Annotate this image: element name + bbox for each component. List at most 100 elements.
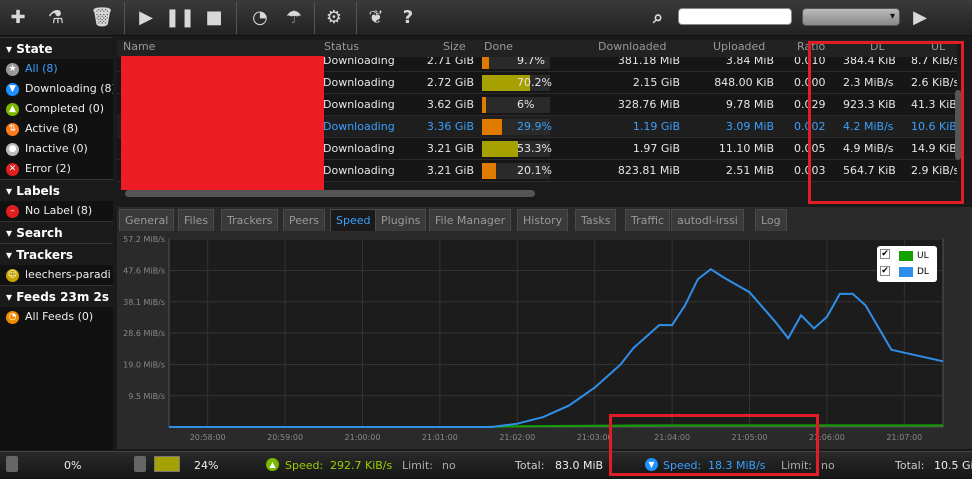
uploaded-cell: 11.10 MiB — [718, 142, 774, 155]
uploaded-cell: 3.84 MiB — [725, 57, 774, 67]
size-cell: 3.36 GiB — [426, 120, 474, 133]
sidebar-item-active[interactable]: ⇅ Active (8) — [0, 119, 113, 139]
col-name[interactable]: Name — [123, 40, 155, 53]
tab-autodl-irssi[interactable]: autodl-irssi — [671, 209, 744, 231]
size-cell: 2.72 GiB — [426, 76, 474, 89]
col-downloaded[interactable]: Downloaded — [598, 40, 666, 53]
legend-ul: UL — [899, 249, 929, 263]
done-cell: 70.2% — [517, 76, 552, 89]
sidebar-item-all[interactable]: ★ All (8) — [0, 59, 113, 79]
y-tick-label: 38.1 MiB/s — [123, 298, 165, 307]
trackers-header[interactable]: ▾ Trackers — [0, 243, 113, 265]
search-header[interactable]: ▾ Search — [0, 221, 113, 243]
sidebar-item-downloading[interactable]: ▼Downloading (8) — [0, 79, 113, 99]
tab-traffic[interactable]: Traffic — [625, 209, 671, 231]
tab-trackers[interactable]: Trackers — [221, 209, 279, 231]
col-ul[interactable]: UL — [931, 40, 945, 53]
search-input[interactable] — [678, 8, 792, 25]
disk-icon — [6, 456, 18, 472]
sidebar-item-no-label[interactable]: – No Label (8) — [0, 201, 113, 221]
sidebar-item-all-feeds[interactable]: ◔ All Feeds (0) — [0, 307, 113, 327]
ram-usage: 24% — [194, 459, 219, 472]
no-label-icon: – — [6, 204, 19, 218]
uploaded-cell: 3.09 MiB — [725, 120, 774, 133]
tab-speed[interactable]: Speed — [330, 209, 377, 231]
col-size[interactable]: Size — [443, 40, 466, 53]
tab-history[interactable]: History — [517, 209, 569, 231]
tab-general[interactable]: General — [119, 209, 175, 231]
disk-usage: 0% — [64, 459, 82, 472]
tab-log[interactable]: Log — [755, 209, 787, 231]
x-tick-label: 21:03:00 — [577, 433, 613, 442]
size-cell: 3.62 GiB — [426, 98, 474, 111]
col-uploaded[interactable]: Uploaded — [713, 40, 765, 53]
plugin-icon[interactable]: ❦ — [362, 4, 390, 30]
ratio-cell: 0.002 — [794, 120, 826, 133]
start-icon[interactable]: ▶ — [132, 4, 160, 30]
x-tick-label: 21:07:00 — [886, 433, 922, 442]
ul-series-checkbox[interactable]: ✔ — [880, 249, 890, 259]
feed-icon: ◔ — [6, 310, 19, 324]
sidebar-item-error[interactable]: ✕ Error (2) — [0, 159, 113, 179]
create-torrent-icon[interactable]: ⚗ — [42, 4, 70, 30]
status-bar: 0% 24% ▲ Speed: 292.7 KiB/s Limit: no To… — [0, 451, 972, 479]
ul-speed-cell: 2.9 KiB/s — [911, 164, 957, 177]
col-status[interactable]: Status — [324, 40, 359, 53]
rss-icon[interactable]: ◔ — [246, 4, 274, 30]
pause-icon[interactable]: ❚❚ — [165, 4, 195, 30]
x-tick-label: 21:00:00 — [345, 433, 381, 442]
ul-total: 83.0 MiB — [555, 459, 604, 472]
speed-limit-icon[interactable]: ☂ — [280, 4, 308, 30]
tab-peers[interactable]: Peers — [283, 209, 326, 231]
col-done[interactable]: Done — [484, 40, 513, 53]
ratio-cell: 0.010 — [794, 57, 826, 67]
dl-speed-cell: 4.2 MiB/s — [843, 120, 894, 133]
downloaded-cell: 1.97 GiB — [632, 142, 680, 155]
sidebar-item-inactive[interactable]: ● Inactive (0) — [0, 139, 113, 159]
detail-tabs: General Files Trackers Peers Speed Plugins Fil… — [117, 207, 972, 231]
uploaded-cell: 848.00 KiB — [714, 76, 774, 89]
ul-speed-cell: 41.3 KiB/s — [911, 98, 957, 111]
inactive-icon: ● — [6, 142, 19, 156]
col-dl[interactable]: DL — [870, 40, 885, 53]
ul-speed-cell: 8.7 KiB/s — [911, 57, 957, 67]
settings-icon[interactable]: ⚙ — [320, 4, 348, 30]
status-cell: Downloading — [323, 98, 395, 111]
search-engine-select[interactable]: ▾ — [802, 8, 900, 26]
delete-icon[interactable]: 🗑 — [88, 4, 116, 30]
search-icon[interactable]: ⌕ — [644, 4, 672, 30]
dl-series-checkbox[interactable]: ✔ — [880, 266, 890, 276]
ul-limit[interactable]: no — [442, 459, 456, 472]
sidebar-item-completed[interactable]: ▲ Completed (0) — [0, 99, 113, 119]
feeds-header[interactable]: ▾ Feeds 23m 2s — [0, 285, 113, 307]
tab-tasks[interactable]: Tasks — [575, 209, 617, 231]
search-go-icon[interactable]: ▶ — [906, 4, 934, 30]
state-header[interactable]: ▾ State — [0, 37, 113, 59]
completed-icon: ▲ — [6, 102, 19, 116]
y-tick-label: 9.5 MiB/s — [128, 392, 165, 401]
y-tick-label: 19.0 MiB/s — [123, 361, 165, 370]
add-torrent-icon[interactable]: ✚ — [4, 4, 32, 30]
downloaded-cell: 1.19 GiB — [632, 120, 680, 133]
tab-file-manager[interactable]: File Manager — [429, 209, 512, 231]
ul-total-label: Total: — [515, 459, 545, 472]
upload-icon: ▲ — [266, 458, 279, 471]
vertical-scrollbar[interactable] — [955, 90, 961, 160]
col-ratio[interactable]: Ratio — [797, 40, 825, 53]
labels-header[interactable]: ▾ Labels — [0, 179, 113, 201]
legend-dl: DL — [899, 265, 929, 279]
ul-speed-label: Speed: — [285, 459, 324, 472]
sidebar-item-tracker[interactable]: ☺ leechers-paradi — [0, 265, 113, 285]
ratio-cell: 0.005 — [794, 142, 826, 155]
tab-plugins[interactable]: Plugins — [375, 209, 427, 231]
dl-limit[interactable]: no — [821, 459, 835, 472]
y-tick-label: 47.6 MiB/s — [123, 267, 165, 276]
x-tick-label: 21:06:00 — [809, 433, 845, 442]
error-icon: ✕ — [6, 162, 19, 176]
tab-files[interactable]: Files — [178, 209, 215, 231]
help-icon[interactable]: ? — [394, 4, 422, 30]
x-tick-label: 20:59:00 — [267, 433, 303, 442]
download-icon: ▼ — [645, 458, 658, 471]
stop-icon[interactable]: ■ — [200, 4, 228, 30]
horizontal-scrollbar[interactable] — [117, 190, 957, 200]
